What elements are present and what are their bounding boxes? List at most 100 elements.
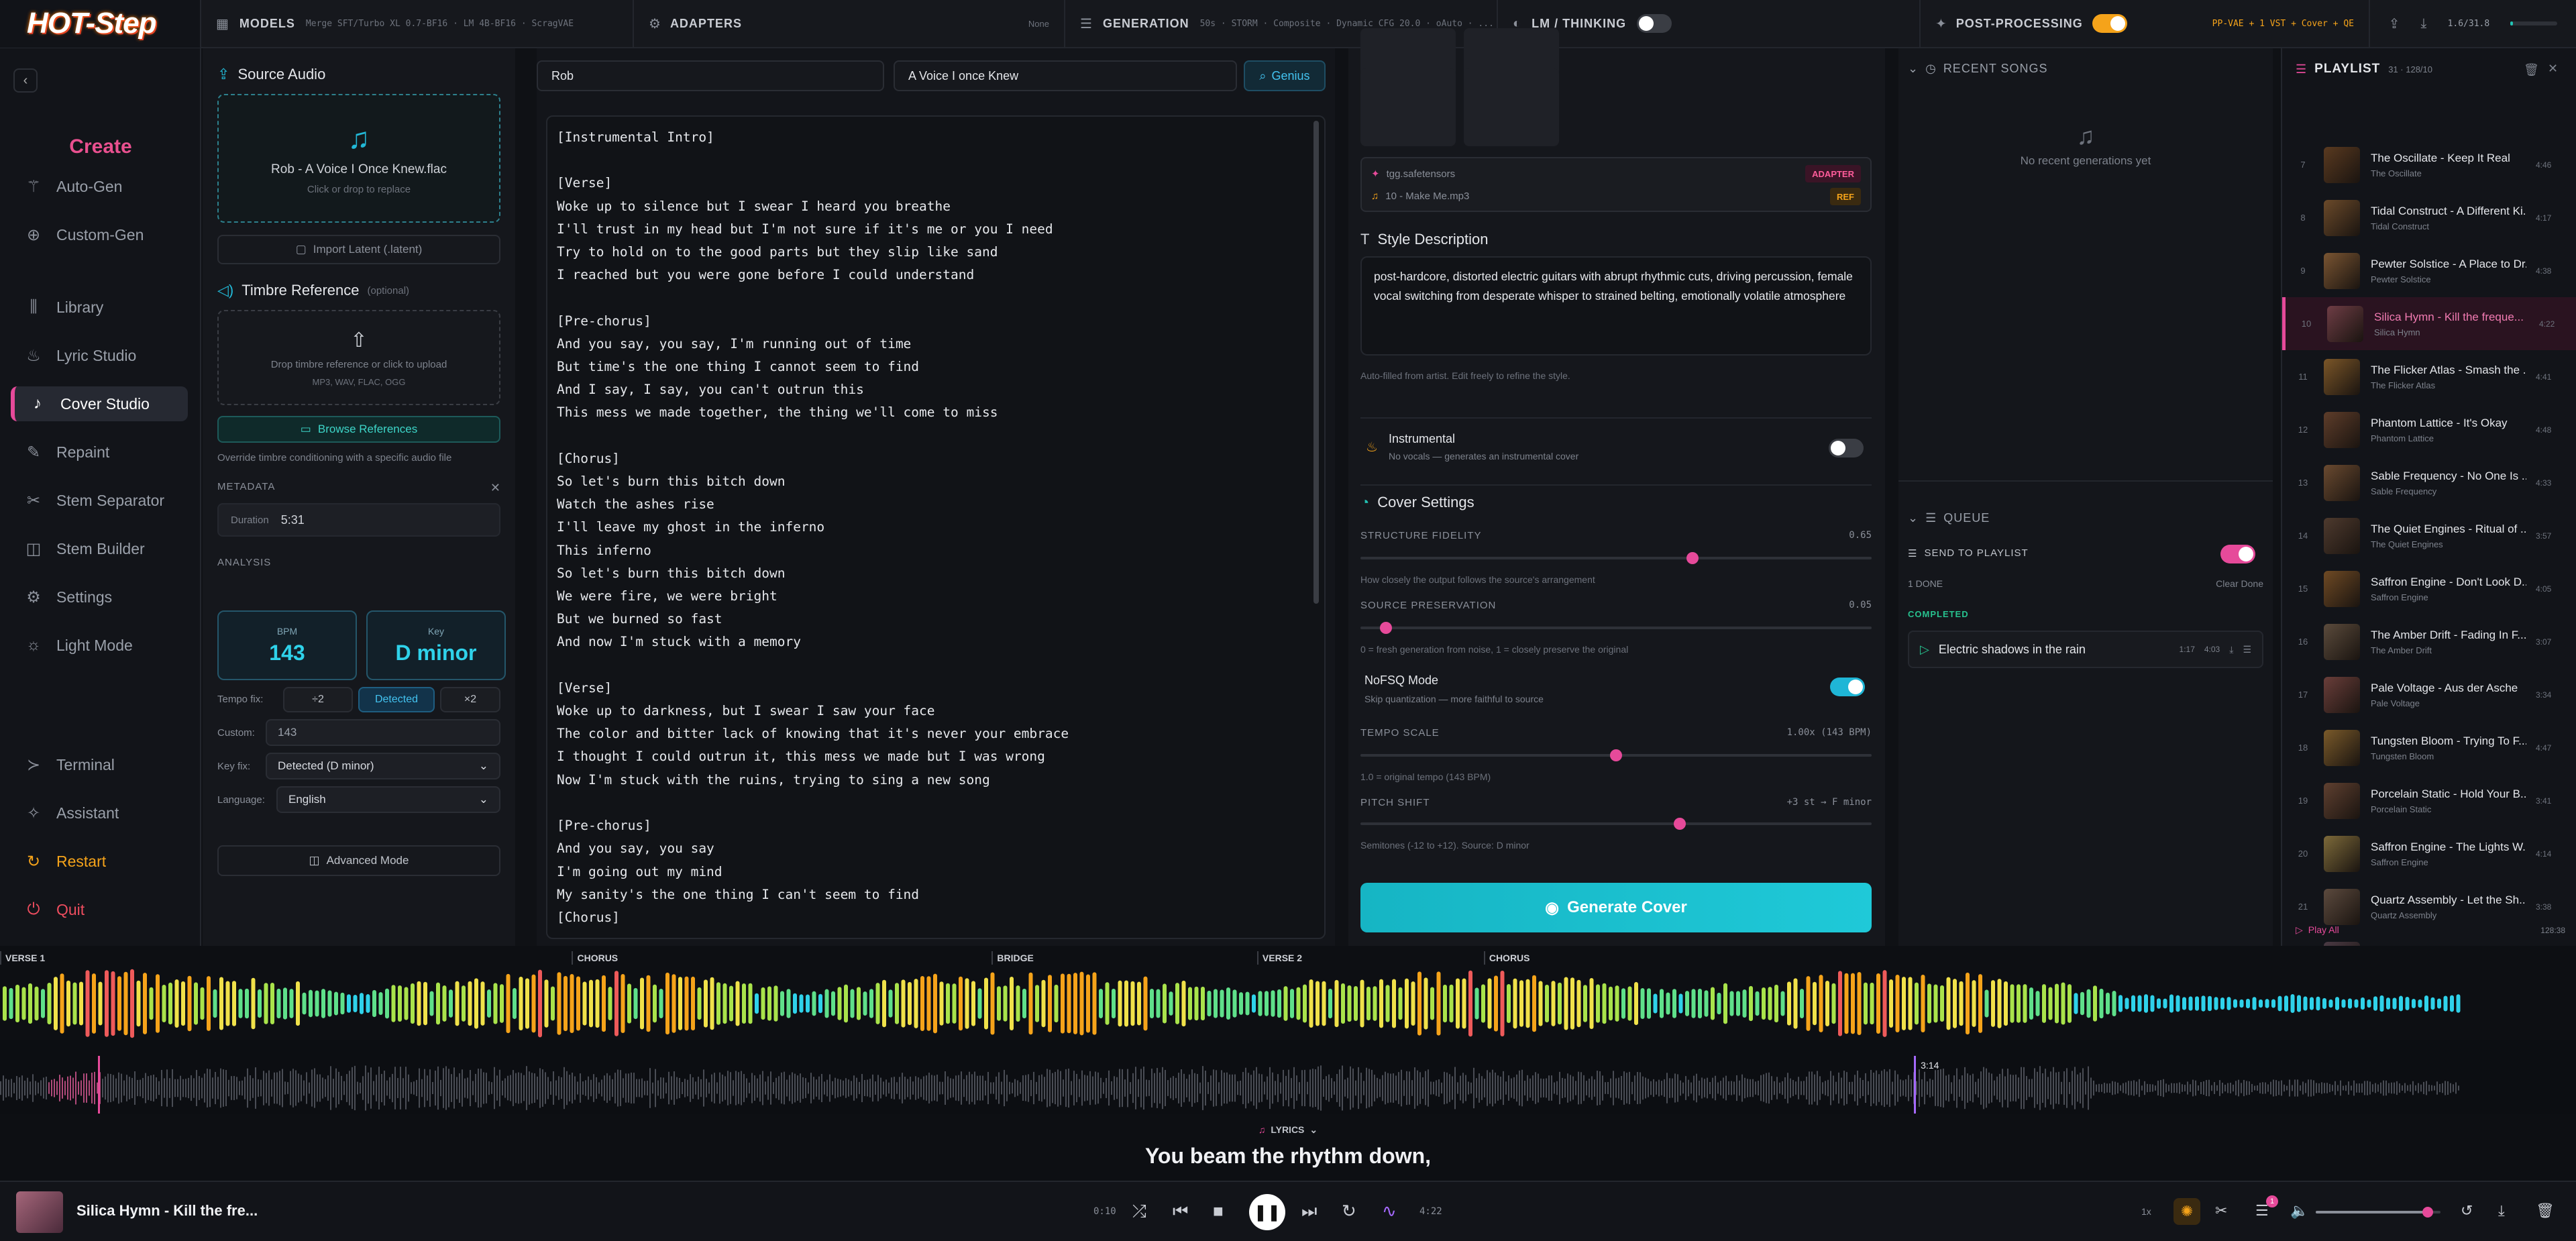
post-processing-section[interactable]: ✦ POST-PROCESSING PP-VAE + 1 VST + Cover… [1921, 0, 2370, 48]
close-icon[interactable]: ✕ [2548, 62, 2558, 76]
sidebar-item-library[interactable]: ⫼ Library [11, 290, 188, 325]
playlist-item[interactable]: 9 Pewter Solstice - A Place to Dr... Pewte… [2282, 244, 2576, 297]
post-processing-toggle[interactable] [2092, 14, 2127, 33]
play-all-button[interactable]: ▷ Play All [2296, 924, 2339, 936]
playlist-item[interactable]: 11 The Flicker Atlas - Smash the ... The F… [2282, 350, 2576, 403]
playlist-item[interactable]: 16 The Amber Drift - Fading In F... The Am… [2282, 615, 2576, 668]
playlist-item[interactable]: 13 Sable Frequency - No One Is ... Sable F… [2282, 456, 2576, 509]
lyrics-toggle[interactable]: ♫ LYRICS ⌄ [0, 1114, 2576, 1136]
playlist-item[interactable]: 19 Porcelain Static - Hold Your B... Porce… [2282, 774, 2576, 827]
sections-timeline[interactable]: VERSE 1 CHORUS BRIDGE VERSE 2 CHORUS [0, 946, 2576, 1040]
custom-tempo-input[interactable]: 143 [266, 719, 500, 746]
artist-input[interactable]: Rob [537, 60, 884, 91]
sidebar-item-light-mode[interactable]: ☼ Light Mode [11, 628, 188, 663]
generate-cover-button[interactable]: ◉ Generate Cover [1360, 883, 1872, 932]
export-icon[interactable]: ⇪ [2389, 15, 2400, 32]
browse-references-button[interactable]: ▭ Browse References [217, 416, 500, 443]
section-waveform[interactable] [0, 946, 2576, 1040]
sidebar-item-restart[interactable]: ↻ Restart [11, 844, 188, 879]
sidebar-item-lyric-studio[interactable]: ♨ Lyric Studio [11, 338, 188, 373]
pause-button[interactable]: ❚❚ [1249, 1194, 1285, 1230]
trash-icon[interactable]: 🗑 [2524, 63, 2539, 77]
playlist-item[interactable]: 8 Tidal Construct - A Different Ki... Tida… [2282, 191, 2576, 244]
playhead[interactable] [1914, 1056, 1917, 1116]
play-icon[interactable]: ▷ [1920, 643, 1929, 657]
reference-thumbnail[interactable] [1464, 68, 1559, 146]
sidebar-item-repaint[interactable]: ✎ Repaint [11, 435, 188, 470]
key-fix-select[interactable]: Detected (D minor) ⌄ [266, 753, 500, 779]
previous-icon[interactable]: ⏮ [1173, 1201, 1188, 1222]
advanced-mode-button[interactable]: ◫ Advanced Mode [217, 845, 500, 876]
sidebar-item-custom-gen[interactable]: ⊕ Custom-Gen [11, 217, 188, 252]
sidebar-item-settings[interactable]: ⚙ Settings [11, 580, 188, 614]
adapters-section[interactable]: ⚙ ADAPTERS None [634, 0, 1065, 48]
slider-knob[interactable] [1380, 622, 1393, 634]
volume-slider[interactable] [2316, 1207, 2440, 1218]
sidebar-item-cover-studio[interactable]: ♪ Cover Studio [11, 386, 188, 421]
sidebar-item-quit[interactable]: ⏻ Quit [11, 892, 188, 927]
sidebar-item-assistant[interactable]: ✧ Assistant [11, 796, 188, 830]
playlist-item[interactable]: 18 Tungsten Bloom - Trying To F... Tungste… [2282, 721, 2576, 774]
slider-knob[interactable] [1610, 749, 1622, 761]
speed-button[interactable]: 1x [2141, 1206, 2151, 1217]
playlist-item[interactable]: 14 The Quiet Engines - Ritual of ... The Q… [2282, 509, 2576, 562]
collapse-sidebar-button[interactable]: ‹ [13, 68, 38, 93]
sidebar-item-terminal[interactable]: ≻ Terminal [11, 747, 188, 782]
playlist-item[interactable]: 12 Phantom Lattice - It's Okay Phantom Lat… [2282, 403, 2576, 456]
song-title-input[interactable]: A Voice I once Knew [894, 60, 1237, 91]
lm-thinking-section[interactable]: ◐ LM / THINKING [1498, 0, 1921, 48]
style-description-textarea[interactable]: post-hardcore, distorted electric guitar… [1360, 256, 1872, 356]
trash-icon[interactable]: 🗑 [2536, 1202, 2555, 1220]
pitch-shift-slider[interactable] [1360, 818, 1872, 830]
slider-knob[interactable] [1686, 552, 1699, 564]
clear-done-button[interactable]: Clear Done [2216, 578, 2263, 589]
reset-icon[interactable]: ↺ [2461, 1202, 2473, 1220]
nofsq-toggle[interactable] [1830, 678, 1865, 696]
models-section[interactable]: ▦ MODELS Merge SFT/Turbo XL 0.7-BF16 · L… [201, 0, 634, 48]
sidebar-item-stem-builder[interactable]: ◫ Stem Builder [11, 531, 188, 566]
tempo-half-button[interactable]: ÷2 [283, 687, 353, 712]
tempo-scale-slider[interactable] [1360, 749, 1872, 761]
playlist-item[interactable]: 10 Silica Hymn - Kill the freque... Silica… [2282, 297, 2576, 350]
source-audio-dropzone[interactable]: ♫ Rob - A Voice I Once Knew.flac Click o… [217, 94, 500, 223]
download-icon[interactable]: ⤓ [2498, 1202, 2505, 1220]
queue-header[interactable]: ⌄ ☰ QUEUE [1908, 511, 1990, 525]
playlist-item[interactable]: 7 The Oscillate - Keep It Real The Oscilla… [2282, 138, 2576, 191]
recent-songs-header[interactable]: ⌄ ◷ RECENT SONGS [1908, 62, 2048, 76]
volume-icon[interactable]: 🔈 [2290, 1202, 2308, 1220]
lm-thinking-toggle[interactable] [1637, 14, 1672, 33]
sidebar-item-auto-gen[interactable]: ⚚ Auto-Gen [11, 169, 188, 204]
structure-fidelity-slider[interactable] [1360, 552, 1872, 564]
start-marker[interactable] [98, 1056, 100, 1116]
import-latent-button[interactable]: ▢ Import Latent (.latent) [217, 235, 500, 264]
reference-thumbnail[interactable] [1360, 68, 1456, 146]
close-icon[interactable]: ✕ [490, 481, 500, 495]
timbre-dropzone[interactable]: ⇧ Drop timbre reference or click to uplo… [217, 310, 500, 405]
source-preservation-slider[interactable] [1360, 622, 1872, 634]
instrumental-toggle[interactable] [1829, 439, 1864, 457]
send-to-playlist-toggle[interactable] [2220, 545, 2255, 563]
lyrics-textarea[interactable]: [Instrumental Intro] [Verse] Woke up to … [546, 115, 1326, 939]
sidebar-item-stem-separator[interactable]: ✂ Stem Separator [11, 483, 188, 518]
effects-icon[interactable]: ✺ [2174, 1198, 2200, 1225]
now-playing-title[interactable]: Silica Hymn - Kill the fre... [76, 1202, 258, 1220]
download-icon[interactable]: ⤓ [2229, 644, 2233, 655]
lyrics-scrollbar[interactable] [1313, 121, 1319, 604]
slider-knob[interactable] [1674, 818, 1686, 830]
tempo-detected-button[interactable]: Detected [358, 687, 435, 712]
tempo-double-button[interactable]: ×2 [440, 687, 500, 712]
stop-icon[interactable]: ■ [1213, 1201, 1224, 1222]
download-icon[interactable]: ⤓ [2421, 16, 2427, 32]
language-select[interactable]: English ⌄ [276, 786, 500, 813]
playlist-item[interactable]: 17 Pale Voltage - Aus der Asche Pale Volta… [2282, 668, 2576, 721]
menu-icon[interactable]: ☰ [2243, 644, 2251, 655]
scissors-icon[interactable]: ✂ [2215, 1202, 2227, 1220]
queue-item[interactable]: ▷ Electric shadows in the rain 1:17 4:03… [1908, 631, 2263, 668]
playlist-item[interactable]: 20 Saffron Engine - The Lights W... Saffro… [2282, 827, 2576, 880]
repeat-icon[interactable]: ↻ [1342, 1201, 1356, 1222]
playlist-item[interactable]: 15 Saffron Engine - Don't Look D... Saffro… [2282, 562, 2576, 615]
volume-knob[interactable] [2422, 1207, 2434, 1218]
now-playing-artwork[interactable] [16, 1191, 63, 1233]
pulse-icon[interactable]: ∿ [1382, 1201, 1397, 1222]
genius-button[interactable]: ⌕ Genius [1244, 60, 1326, 91]
